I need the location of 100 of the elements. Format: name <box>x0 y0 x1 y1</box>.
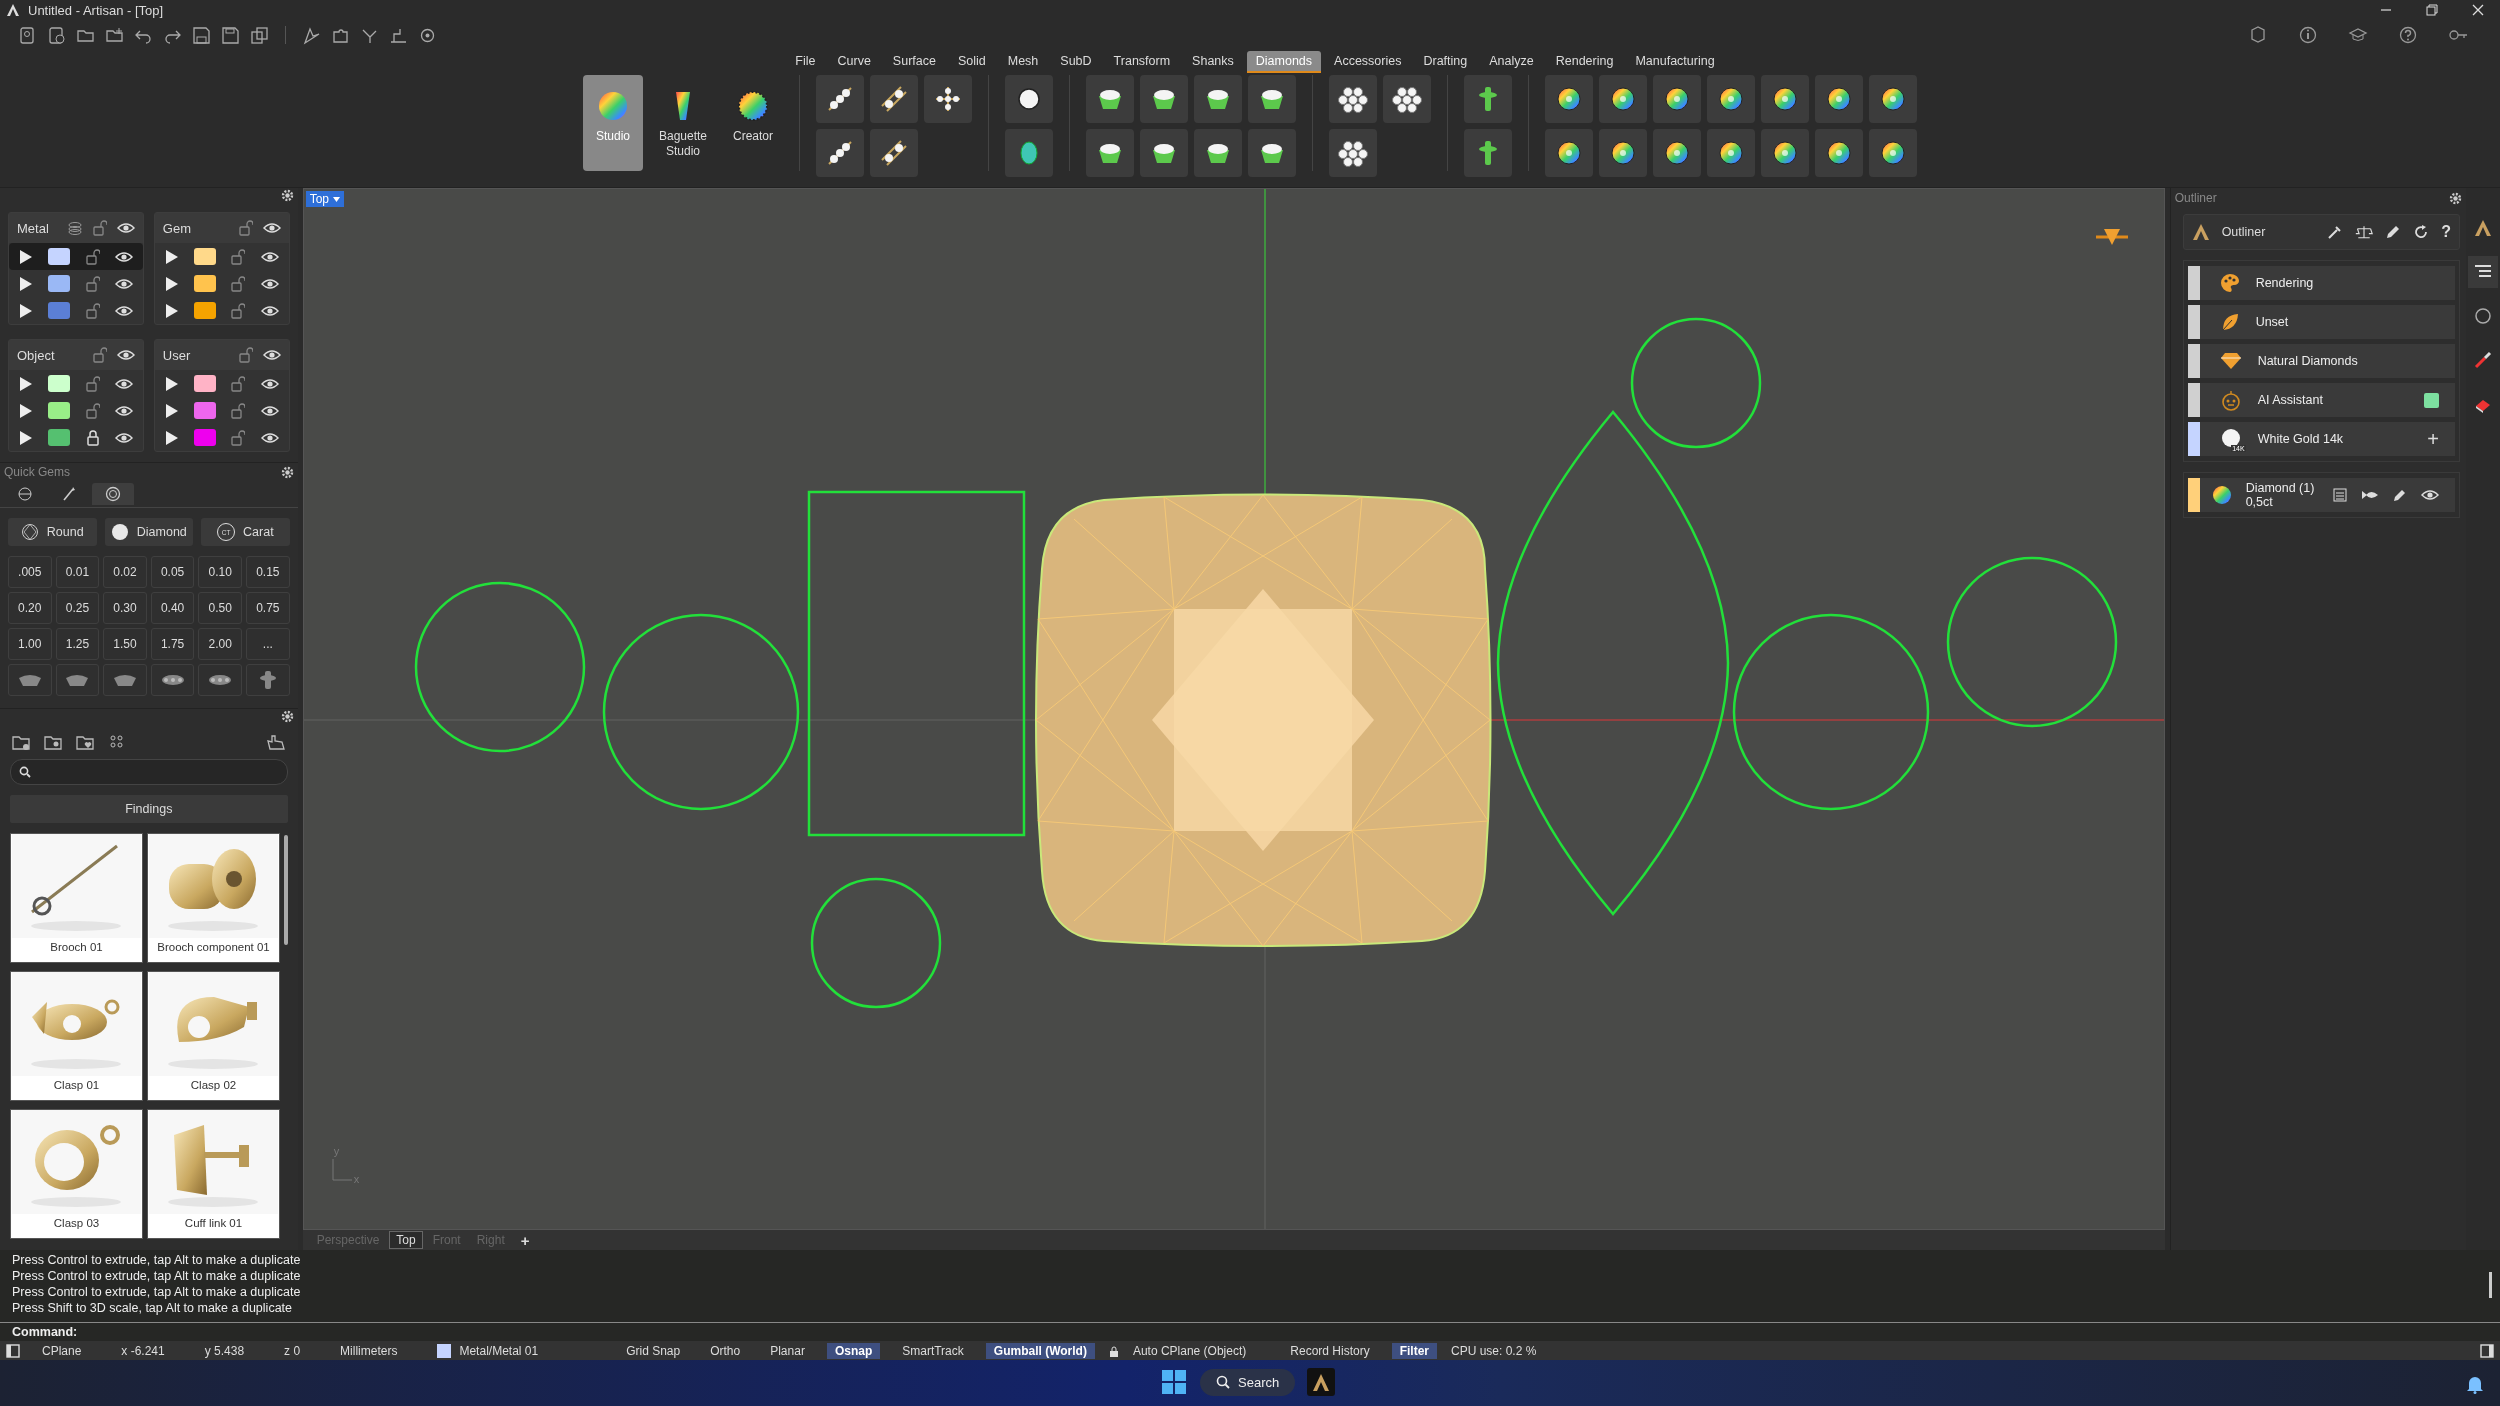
scrollbar[interactable] <box>2489 1272 2492 1299</box>
save-as-icon[interactable] <box>221 25 240 45</box>
layer-row[interactable] <box>9 243 143 271</box>
app-icon[interactable] <box>1307 1368 1336 1397</box>
scale-icon[interactable] <box>2355 224 2374 241</box>
size-button[interactable]: 2.00 <box>198 628 242 661</box>
tool-button[interactable] <box>1005 75 1053 124</box>
circle-curve[interactable] <box>1946 557 2117 728</box>
size-button[interactable]: 1.50 <box>103 628 147 661</box>
status-toggle[interactable]: Filter <box>1391 1342 1437 1359</box>
layer-color-swatch[interactable] <box>48 275 71 293</box>
tool-button[interactable] <box>1707 75 1755 124</box>
layer-color-swatch[interactable] <box>48 375 71 393</box>
hand-icon[interactable] <box>265 733 286 752</box>
menu-tab[interactable]: Analyze <box>1480 51 1543 74</box>
play-icon[interactable] <box>164 375 179 392</box>
dropdown[interactable]: Round <box>8 518 97 547</box>
layer-color-swatch[interactable] <box>48 248 71 266</box>
size-button[interactable]: 0.10 <box>198 556 242 589</box>
panel-toggle-icon[interactable] <box>2480 1343 2494 1358</box>
marquise-curve[interactable] <box>1496 411 1729 916</box>
tool-button[interactable] <box>1869 129 1917 178</box>
pin-document-icon[interactable] <box>18 25 37 45</box>
gem-shape-button[interactable] <box>150 664 195 697</box>
tool-button[interactable] <box>1383 75 1431 124</box>
tool-button[interactable] <box>1815 75 1863 124</box>
play-icon[interactable] <box>19 402 33 419</box>
status-toggle[interactable]: Auto CPlane (Object) <box>1124 1342 1255 1359</box>
tool-button[interactable] <box>1464 75 1512 124</box>
rectangle-curve[interactable] <box>807 491 1025 837</box>
play-icon[interactable] <box>164 248 179 265</box>
gem-tab[interactable] <box>92 483 134 506</box>
size-button[interactable]: 0.50 <box>198 592 242 625</box>
layer-color-swatch[interactable] <box>48 429 71 447</box>
thumbnail-card[interactable]: Clasp 02 <box>147 971 280 1102</box>
folder-user-icon[interactable] <box>44 733 62 752</box>
tool-button[interactable] <box>1194 75 1242 124</box>
tool-button[interactable] <box>1086 129 1134 178</box>
tool-button[interactable] <box>1599 75 1647 124</box>
circle-curve[interactable] <box>1732 614 1929 811</box>
size-button[interactable]: ... <box>246 628 290 661</box>
size-button[interactable]: 0.75 <box>246 592 290 625</box>
play-icon[interactable] <box>19 375 33 392</box>
menu-tab[interactable]: Curve <box>828 51 880 74</box>
gem-shape-button[interactable] <box>246 664 290 697</box>
tool-button[interactable] <box>1248 129 1296 178</box>
ribbon-button[interactable]: Creator <box>723 75 783 172</box>
windows-icon[interactable] <box>1160 1368 1188 1397</box>
tool-button[interactable] <box>1248 75 1296 124</box>
tool-button[interactable] <box>1464 129 1512 178</box>
settings-icon[interactable] <box>280 188 294 202</box>
folder-heart-icon[interactable] <box>76 733 94 752</box>
tool-button[interactable] <box>1545 75 1593 124</box>
tool-button[interactable] <box>870 129 918 178</box>
layer-indicator[interactable]: Metal/Metal 01 <box>437 1343 539 1358</box>
bell-icon[interactable] <box>2466 1374 2484 1395</box>
size-button[interactable]: 0.05 <box>150 556 195 589</box>
play-icon[interactable] <box>19 275 33 292</box>
status-toggle[interactable]: Gumball (World) <box>985 1342 1095 1359</box>
size-button[interactable]: 0.30 <box>103 592 147 625</box>
panel-toggle-icon[interactable] <box>6 1343 20 1358</box>
menu-tab[interactable]: Drafting <box>1414 51 1477 74</box>
circle-curve[interactable] <box>414 582 585 753</box>
help-button[interactable]: ? <box>2441 223 2451 242</box>
menu-tab[interactable]: Mesh <box>998 51 1048 74</box>
size-button[interactable]: 0.02 <box>103 556 147 589</box>
thumbnail-card[interactable]: Brooch 01 <box>10 833 143 964</box>
play-icon[interactable] <box>164 275 179 292</box>
search-field[interactable] <box>10 759 288 786</box>
tool-button[interactable] <box>924 75 972 124</box>
size-button[interactable]: 0.40 <box>150 592 195 625</box>
thumbnail-card[interactable]: Clasp 03 <box>10 1109 143 1240</box>
size-button[interactable]: 0.25 <box>55 592 100 625</box>
tool-button[interactable] <box>1653 129 1701 178</box>
tool-button[interactable] <box>1086 75 1134 124</box>
side-tab[interactable] <box>2468 256 2498 289</box>
status-toggle[interactable]: Grid Snap <box>618 1342 689 1359</box>
tool-button[interactable] <box>1761 75 1809 124</box>
outliner-item[interactable]: Natural Diamonds <box>2199 344 2455 379</box>
command-prompt[interactable]: Command: <box>12 1325 78 1340</box>
pencil-icon[interactable] <box>2393 488 2407 503</box>
refresh-icon[interactable] <box>2413 224 2430 241</box>
circle-curve[interactable] <box>1630 318 1761 449</box>
settings-icon[interactable] <box>280 709 294 723</box>
tool-button[interactable] <box>1194 129 1242 178</box>
menu-tab[interactable]: Solid <box>948 51 995 74</box>
list-icon[interactable] <box>2333 488 2347 503</box>
layer-color-swatch[interactable] <box>194 429 217 447</box>
thumbnail-card[interactable]: Cuff link 01 <box>147 1109 280 1240</box>
layer-color-swatch[interactable] <box>194 402 217 420</box>
status-toggle[interactable]: Ortho <box>702 1342 749 1359</box>
tool-button[interactable] <box>1869 75 1917 124</box>
gem-shape-button[interactable] <box>55 664 100 697</box>
folder-add-icon[interactable] <box>105 25 124 45</box>
pencil-icon[interactable] <box>2385 224 2402 241</box>
outliner-item[interactable]: Rendering <box>2199 266 2455 301</box>
restore-icon[interactable] <box>2426 4 2438 17</box>
layer-color-swatch[interactable] <box>48 302 71 320</box>
size-button[interactable]: .005 <box>8 556 52 589</box>
play-icon[interactable] <box>164 302 179 319</box>
